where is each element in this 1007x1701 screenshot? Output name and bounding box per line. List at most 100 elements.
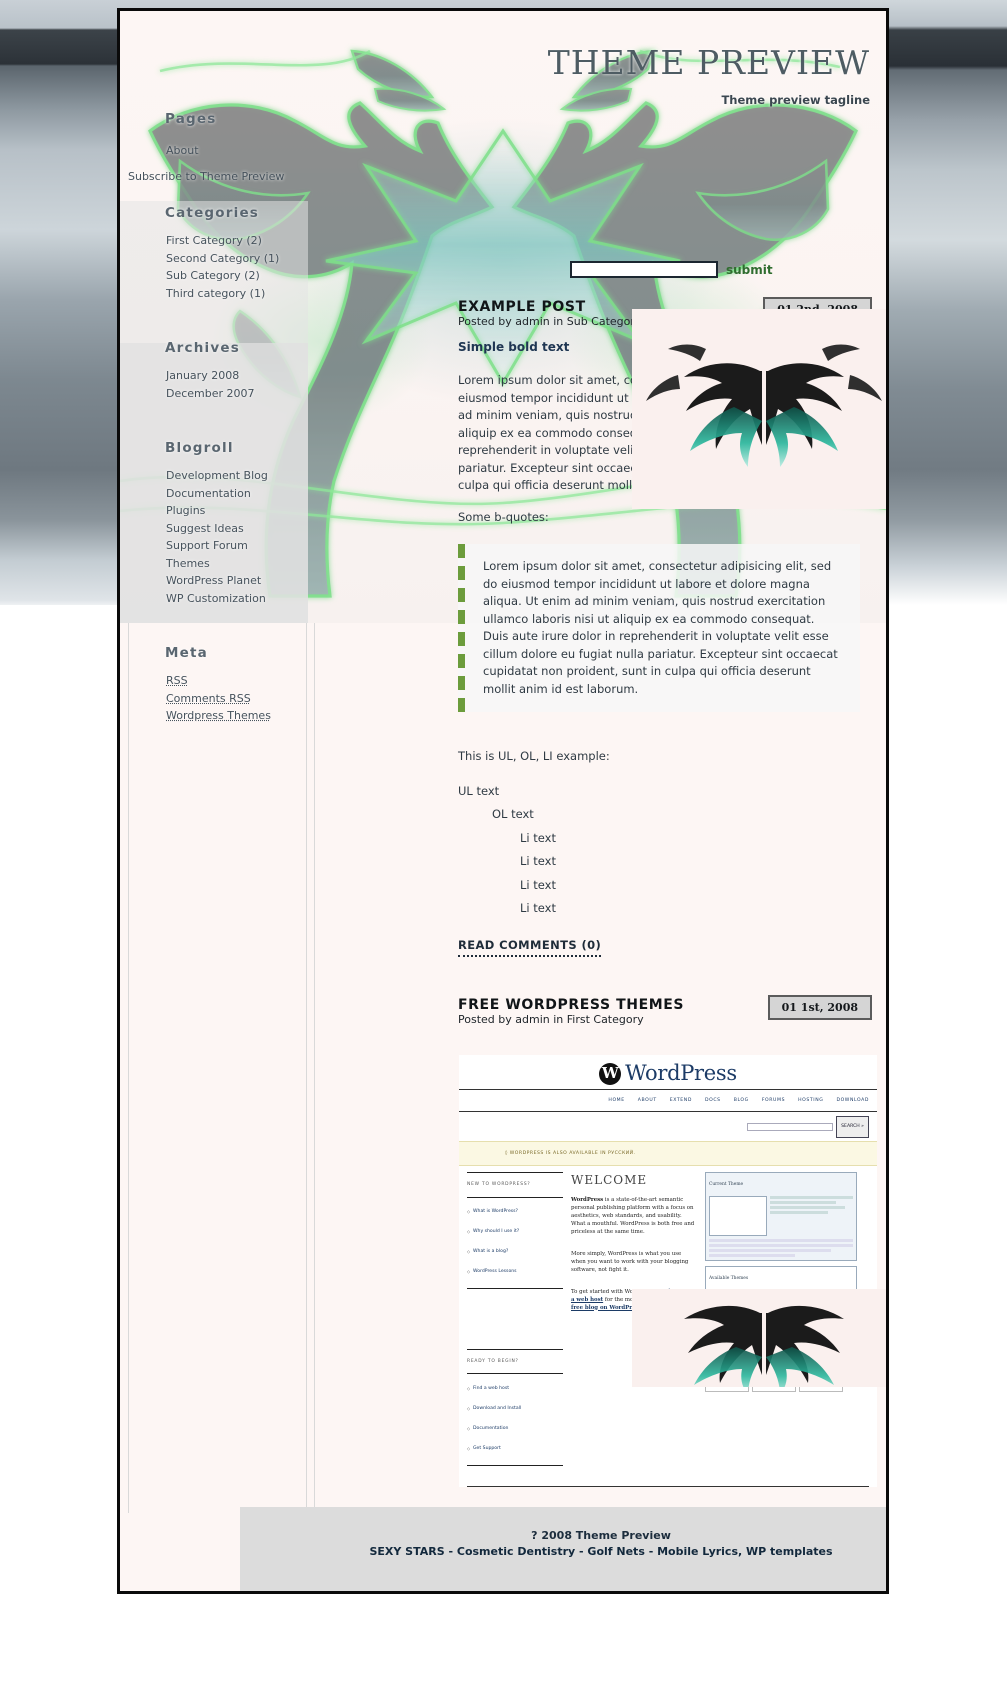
wp-paragraph-1: WordPress is a state-of-the-art semantic…	[571, 1196, 697, 1236]
categories-list: First Category (2) Second Category (1) S…	[120, 232, 308, 302]
ol-item: OL text	[492, 807, 534, 821]
sidebar-link-second-category[interactable]: Second Category (1)	[166, 252, 279, 265]
pages-list: About Subscribe to Theme Preview	[120, 138, 308, 189]
post-date-badge: 01 1st, 2008	[767, 995, 872, 1020]
list-item[interactable]: WP Customization	[166, 590, 308, 608]
post-list-section: This is UL, OL, LI example: UL text OL t…	[316, 726, 886, 961]
widget-archives-heading: Archives	[165, 340, 240, 356]
post-free-wordpress-themes: 01 1st, 2008 FREE WORDPRESS THEMES Poste…	[316, 989, 886, 1577]
sidebar-link-suggest-ideas[interactable]: Suggest Ideas	[166, 522, 244, 535]
ul-item: UL text	[458, 783, 500, 798]
list-item[interactable]: Get Support	[467, 1439, 563, 1459]
widget-pages: Pages About Subscribe to Theme Preview	[120, 111, 308, 189]
post-decoration-art	[632, 1289, 886, 1387]
ul-demo: UL text OL text Li text Li text Li text …	[458, 780, 860, 921]
sidebar-link-wordpress-planet[interactable]: WordPress Planet	[166, 574, 261, 587]
list-item[interactable]: Wordpress Themes	[166, 707, 308, 725]
sidebar-link-documentation[interactable]: Documentation	[166, 487, 251, 500]
list-item[interactable]: First Category (2)	[166, 232, 308, 250]
list-item[interactable]: Suggest Ideas	[166, 520, 308, 538]
sidebar-link-rss[interactable]: RSS	[166, 674, 188, 687]
sidebar-link-about[interactable]: About	[166, 144, 199, 157]
list-item[interactable]: Comments RSS	[166, 690, 308, 708]
wp-nav-download[interactable]: DOWNLOAD	[836, 1092, 869, 1110]
sidebar-link-december-2007[interactable]: December 2007	[166, 387, 255, 400]
post-decoration-art	[632, 309, 886, 509]
wp-language-notice: ◊ WORDPRESS IS ALSO AVAILABLE IN РУССКИЙ…	[459, 1140, 877, 1166]
list-item[interactable]: Themes	[166, 555, 308, 573]
list-item[interactable]: WordPress Planet	[166, 572, 308, 590]
footer-copyright: ? 2008 Theme Preview	[531, 1529, 671, 1542]
list-item[interactable]: Plugins	[166, 502, 308, 520]
li-item: Li text	[520, 901, 556, 915]
search-submit-button[interactable]: submit	[726, 263, 773, 277]
widget-meta: Meta RSS Comments RSS Wordpress Themes	[120, 645, 308, 725]
wp-nav-about[interactable]: ABOUT	[638, 1092, 657, 1110]
list-item[interactable]: Development Blog	[166, 467, 308, 485]
list-item[interactable]: Documentation	[166, 485, 308, 503]
wordpress-screenshot: W WordPress HOME ABOUT EXTEND DOCS BLOG …	[459, 1054, 877, 1487]
sidebar-link-wordpress-themes[interactable]: Wordpress Themes	[166, 709, 271, 722]
list-item[interactable]: What is WordPress?	[467, 1202, 563, 1222]
search-form[interactable]: submit	[570, 261, 870, 278]
widget-categories: Categories First Category (2) Second Cat…	[120, 205, 308, 302]
wp-nav-forums[interactable]: FORUMS	[762, 1092, 785, 1110]
wp-ready-box-list: Find a web host Download and Install Doc…	[467, 1378, 563, 1458]
search-input[interactable]	[570, 261, 718, 278]
list-item[interactable]: Subscribe to Theme Preview	[128, 164, 308, 190]
wp-search-input[interactable]	[747, 1122, 834, 1131]
li-item: Li text	[520, 877, 556, 892]
wp-ready-box-title: READY TO BEGIN?	[467, 1348, 563, 1375]
wp-sidebar-boxes: NEW TO WORDPRESS? What is WordPress? Why…	[467, 1172, 563, 1474]
wp-new-box-list: What is WordPress? Why should I use it? …	[467, 1202, 563, 1282]
list-item[interactable]: Download and Install	[467, 1398, 563, 1418]
sidebar-link-comments-rss[interactable]: Comments RSS	[166, 692, 251, 705]
list-item[interactable]: WordPress Lessons	[467, 1262, 563, 1282]
wordpress-search-row: SEARCH »	[459, 1112, 877, 1141]
wp-nav-home[interactable]: HOME	[608, 1092, 624, 1110]
meta-list: RSS Comments RSS Wordpress Themes	[120, 672, 308, 725]
list-item[interactable]: What is a blog?	[467, 1242, 563, 1262]
list-item[interactable]: December 2007	[166, 385, 308, 403]
list-item[interactable]: Support Forum	[166, 537, 308, 555]
list-item[interactable]: Why should I use it?	[467, 1222, 563, 1242]
read-comments-link[interactable]: READ COMMENTS (0)	[458, 937, 602, 957]
list-item[interactable]: January 2008	[166, 367, 308, 385]
wp-theme-thumb	[709, 1195, 767, 1236]
wordpress-mark-icon: W	[599, 1062, 622, 1085]
sidebar-link-subscribe[interactable]: Subscribe to Theme Preview	[128, 170, 284, 183]
list-item[interactable]: Sub Category (2)	[166, 267, 308, 285]
list-item[interactable]: Second Category (1)	[166, 250, 308, 268]
sidebar-link-plugins[interactable]: Plugins	[166, 504, 205, 517]
sidebar-link-third-category[interactable]: Third category (1)	[166, 287, 265, 300]
sidebar-link-support-forum[interactable]: Support Forum	[166, 539, 248, 552]
sidebar-link-first-category[interactable]: First Category (2)	[166, 234, 262, 247]
wp-paragraph-1-lead: WordPress	[571, 1196, 604, 1203]
wp-nav-docs[interactable]: DOCS	[705, 1092, 721, 1110]
sidebar-link-themes[interactable]: Themes	[166, 557, 210, 570]
wordpress-nav: HOME ABOUT EXTEND DOCS BLOG FORUMS HOSTI…	[459, 1088, 877, 1112]
list-item[interactable]: Find a web host	[467, 1378, 563, 1398]
widget-categories-heading: Categories	[165, 205, 260, 221]
theme-page: THEME PREVIEW Theme preview tagline subm…	[120, 11, 886, 1591]
sidebar-link-january-2008[interactable]: January 2008	[166, 369, 239, 382]
archives-list: January 2008 December 2007	[120, 367, 308, 402]
wp-current-theme-panel: Current Theme	[705, 1172, 857, 1261]
li-item: Li text	[520, 854, 556, 868]
list-item[interactable]: Documentation	[467, 1419, 563, 1439]
divider	[467, 1287, 563, 1289]
list-item[interactable]: Third category (1)	[166, 285, 308, 303]
sidebar-link-sub-category[interactable]: Sub Category (2)	[166, 269, 260, 282]
site-tagline: Theme preview tagline	[721, 93, 870, 107]
wp-nav-hosting[interactable]: HOSTING	[798, 1092, 823, 1110]
sidebar-link-wp-customization[interactable]: WP Customization	[166, 592, 266, 605]
wp-nav-extend[interactable]: EXTEND	[670, 1092, 692, 1110]
wp-nav-blog[interactable]: BLOG	[734, 1092, 749, 1110]
li-demo: Li text Li text Li text Li text	[492, 827, 860, 921]
list-item[interactable]: RSS	[166, 672, 308, 690]
list-item[interactable]: About	[166, 138, 308, 164]
wp-search-button[interactable]: SEARCH »	[836, 1116, 869, 1138]
sidebar-link-development-blog[interactable]: Development Blog	[166, 469, 268, 482]
